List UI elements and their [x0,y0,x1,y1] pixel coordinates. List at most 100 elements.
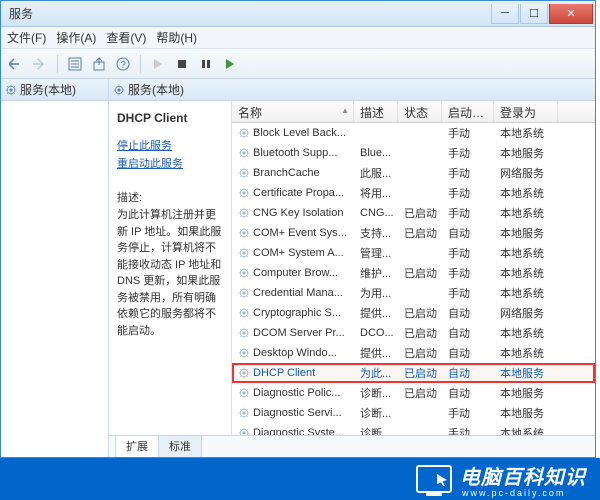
cell-desc: 诊断... [354,405,398,421]
cell-stype: 手动 [442,425,494,435]
service-gear-icon [238,247,250,259]
nav-root[interactable]: 服务(本地) [1,79,108,101]
col-header-stype[interactable]: 启动类型 [442,101,494,122]
restart-icon[interactable] [221,55,239,73]
tab-standard[interactable]: 标准 [158,435,202,457]
cell-logon: 本地系统 [494,185,558,201]
cell-name: Desktop Windo... [232,347,354,359]
cell-logon: 本地系统 [494,325,558,341]
nav-pane: 服务(本地) [1,79,109,457]
service-row[interactable]: Diagnostic Servi...诊断...手动本地服务 [232,403,595,423]
description-label: 描述: [117,189,225,205]
service-row[interactable]: Diagnostic Polic...诊断...已启动自动本地服务 [232,383,595,403]
cell-state: 已启动 [398,325,442,341]
toolbar: ? [1,49,595,79]
cell-logon: 本地服务 [494,145,558,161]
cell-logon: 本地系统 [494,205,558,221]
cell-name: Cryptographic S... [232,307,354,319]
service-row[interactable]: Certificate Propa...将用...手动本地系统 [232,183,595,203]
service-row[interactable]: COM+ Event Sys...支持...已启动自动本地服务 [232,223,595,243]
service-row[interactable]: Credential Mana...为用...手动本地系统 [232,283,595,303]
properties-icon[interactable] [66,55,84,73]
service-row[interactable]: DHCP Client为此...已启动自动本地服务 [232,363,595,383]
cell-desc: 提供... [354,345,398,361]
col-header-state[interactable]: 状态 [398,101,442,122]
service-row[interactable]: Computer Brow...维护...已启动手动本地系统 [232,263,595,283]
export-icon[interactable] [90,55,108,73]
menu-file[interactable]: 文件(F) [7,29,46,46]
cell-desc: Blue... [354,147,398,159]
service-gear-icon [238,287,250,299]
service-gear-icon [238,427,250,435]
watermark-text: 电脑百科知识 [460,461,586,490]
services-icon [5,84,17,96]
cell-state: 已启动 [398,365,442,381]
menu-view[interactable]: 查看(V) [106,29,146,46]
close-button[interactable]: ✕ [549,4,593,24]
cell-desc: 为此... [354,365,398,381]
cell-logon: 网络服务 [494,305,558,321]
cell-stype: 手动 [442,185,494,201]
window-title: 服务 [1,5,490,22]
service-row[interactable]: BranchCache此服...手动网络服务 [232,163,595,183]
service-gear-icon [238,307,250,319]
title-bar: 服务 ─ ☐ ✕ [1,1,595,27]
col-header-desc[interactable]: 描述 [354,101,398,122]
cell-stype: 自动 [442,305,494,321]
cell-state: 已启动 [398,345,442,361]
help-icon[interactable]: ? [114,55,132,73]
content-title: 服务(本地) [128,81,184,98]
list-body[interactable]: Block Level Back...手动本地系统Bluetooth Supp.… [232,123,595,435]
service-row[interactable]: Diagnostic Syste...诊断...手动本地系统 [232,423,595,435]
content-pane: 服务(本地) DHCP Client 停止此服务 重启动此服务 描述: 为此计算… [109,79,595,457]
window-buttons: ─ ☐ ✕ [490,4,593,24]
menu-action[interactable]: 操作(A) [56,29,96,46]
cell-stype: 手动 [442,285,494,301]
service-row[interactable]: DCOM Server Pr...DCO...已启动自动本地系统 [232,323,595,343]
cell-stype: 手动 [442,265,494,281]
cell-desc: 为用... [354,285,398,301]
tab-extended[interactable]: 扩展 [115,435,159,457]
cell-stype: 自动 [442,385,494,401]
services-list: 名称 描述 状态 启动类型 登录为 Block Level Back...手动本… [231,101,595,435]
cell-stype: 自动 [442,325,494,341]
service-row[interactable]: Cryptographic S...提供...已启动自动网络服务 [232,303,595,323]
menu-help[interactable]: 帮助(H) [156,29,197,46]
col-header-name[interactable]: 名称 [232,101,354,122]
service-row[interactable]: COM+ System A...管理...手动本地系统 [232,243,595,263]
cell-name: Bluetooth Supp... [232,147,354,159]
cell-name: Diagnostic Syste... [232,427,354,435]
service-row[interactable]: Bluetooth Supp...Blue...手动本地服务 [232,143,595,163]
svg-text:?: ? [120,60,126,71]
col-header-logon[interactable]: 登录为 [494,101,558,122]
toolbar-separator [140,55,141,73]
stop-service-link[interactable]: 停止此服务 [117,137,225,153]
cell-name: DCOM Server Pr... [232,327,354,339]
maximize-button[interactable]: ☐ [520,4,548,24]
play-icon[interactable] [149,55,167,73]
service-gear-icon [238,327,250,339]
service-row[interactable]: Desktop Windo...提供...已启动自动本地系统 [232,343,595,363]
selected-service-name: DHCP Client [117,111,225,125]
cell-state: 已启动 [398,305,442,321]
forward-icon[interactable] [31,55,49,73]
cell-desc: 维护... [354,265,398,281]
description-text: 为此计算机注册并更新 IP 地址。如果此服务停止，计算机将不能接收动态 IP 地… [117,207,225,339]
service-row[interactable]: CNG Key IsolationCNG...已启动手动本地系统 [232,203,595,223]
cell-stype: 手动 [442,125,494,141]
stop-icon[interactable] [173,55,191,73]
cell-name: COM+ Event Sys... [232,227,354,239]
cell-desc: 将用... [354,185,398,201]
back-icon[interactable] [7,55,25,73]
cell-name: Credential Mana... [232,287,354,299]
content-header: 服务(本地) [109,79,595,101]
minimize-button[interactable]: ─ [491,4,519,24]
restart-service-link[interactable]: 重启动此服务 [117,155,225,171]
bottom-tabs: 扩展 标准 [109,435,595,457]
service-gear-icon [238,207,250,219]
cell-desc: 提供... [354,305,398,321]
service-row[interactable]: Block Level Back...手动本地系统 [232,123,595,143]
cell-logon: 本地系统 [494,245,558,261]
pause-icon[interactable] [197,55,215,73]
nav-root-label: 服务(本地) [20,81,76,98]
